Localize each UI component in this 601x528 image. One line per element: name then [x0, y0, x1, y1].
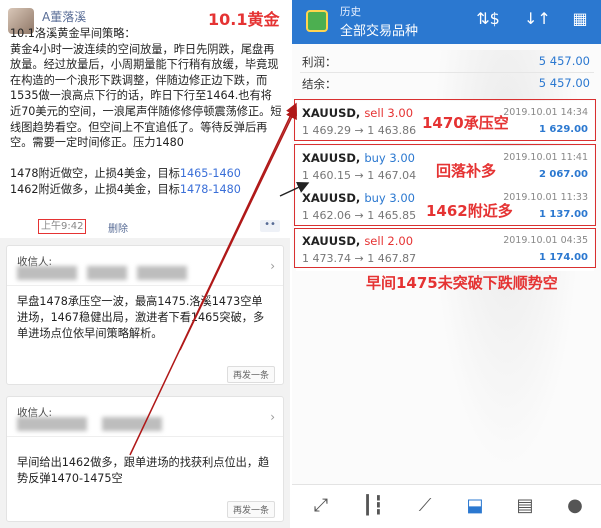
app-logo-icon[interactable]: [306, 10, 328, 32]
post-text: 10.1洛溪黄金早间策略： 黄金4小时一波连续的空间放量，昨日先阴跌，尾盘再放量…: [10, 26, 282, 198]
symbol-filter[interactable]: 全部交易品种: [340, 20, 418, 39]
card-header[interactable]: 收信人: ›: [7, 246, 283, 286]
delete-link[interactable]: 删除: [108, 220, 128, 235]
annotation-note: 回落补多: [436, 162, 497, 180]
message-card-1: 收信人: › 早盘1478承压空一波，最高1475.洛溪1473空单进场，146…: [6, 245, 284, 385]
summary-balance: 结余： 5 457.00: [302, 76, 592, 92]
resend-button[interactable]: 再发一条: [226, 501, 275, 518]
strategy-text: 10.1洛溪黄金早间策略： 黄金4小时一波连续的空间放量，昨日先阴跌，尾盘再放量…: [10, 27, 282, 181]
highlight-box: [294, 228, 596, 268]
annotation-note: 1470承压空: [422, 114, 509, 132]
news-icon[interactable]: ▤: [510, 495, 540, 516]
message-card-2: 收信人: › 早间给出1462做多，跟单进场的找获利点位出，趋势反弹1470-1…: [6, 396, 284, 522]
profit-label: 利润：: [302, 55, 337, 69]
blurred-recipient: [17, 266, 77, 280]
summary-profit: 利润： 5 457.00: [302, 54, 592, 70]
balance-value: 5 457.00: [538, 76, 590, 90]
chat-icon[interactable]: ●: [560, 495, 590, 516]
chat-panel: A董落溪 10.1黄金 10.1洛溪黄金早间策略： 黄金4小时一波连续的空间放量…: [0, 0, 290, 528]
profit-value: 5 457.00: [538, 54, 590, 68]
chevron-right-icon: ›: [270, 259, 275, 273]
target-1: 1465-1460: [179, 167, 241, 181]
target-2: 1478-1480: [179, 182, 241, 196]
more-button[interactable]: ••: [260, 220, 280, 232]
chart-candles-icon[interactable]: ┃┇: [358, 495, 388, 516]
balance-label: 结余：: [302, 77, 337, 91]
history-inbox-icon[interactable]: ⬓: [460, 495, 490, 516]
resend-button[interactable]: 再发一条: [226, 366, 275, 383]
post-time: 上午9:42: [38, 219, 87, 234]
divider: [300, 72, 594, 73]
blurred-recipient: [17, 417, 87, 431]
moment-post: A董落溪 10.1黄金 10.1洛溪黄金早间策略： 黄金4小时一波连续的空间放量…: [0, 0, 290, 238]
author-name[interactable]: A董落溪: [42, 8, 86, 25]
chevron-right-icon: ›: [270, 410, 275, 424]
dollar-exchange-icon[interactable]: ⇅$: [476, 9, 500, 28]
trade-icon[interactable]: ⤢: [306, 495, 336, 516]
annotation-note: 早间1475未突破下跌顺势空: [366, 274, 558, 292]
calendar-icon[interactable]: ▦: [568, 9, 592, 28]
annotation-note: 1462附近多: [426, 202, 513, 220]
card-body: 早盘1478承压空一波，最高1475.洛溪1473空单进场，1467稳健出局，激…: [17, 295, 265, 340]
strategy-text-2: 1462附近做多，止损4美金，目标: [10, 182, 180, 196]
blurred-recipient: [87, 266, 127, 280]
page-title: 历史: [340, 6, 361, 18]
card-header[interactable]: 收信人: ›: [7, 397, 283, 437]
card-body: 早间给出1462做多，跟单进场的找获利点位出，趋势反弹1470-1475空: [17, 456, 270, 485]
bottom-nav: ⤢ ┃┇ ⟋ ⬓ ▤ ●: [292, 484, 601, 528]
trading-app: 历史 全部交易品种 ⇅$ ↓↑ ▦ 利润： 5 457.00 结余： 5 457…: [292, 0, 601, 528]
top-bar: 历史 全部交易品种 ⇅$ ↓↑ ▦: [292, 0, 601, 44]
blurred-recipient: [137, 266, 187, 280]
sort-icon[interactable]: ↓↑: [524, 9, 551, 28]
analytics-icon[interactable]: ⟋: [410, 495, 440, 516]
blurred-recipient: [102, 417, 162, 431]
